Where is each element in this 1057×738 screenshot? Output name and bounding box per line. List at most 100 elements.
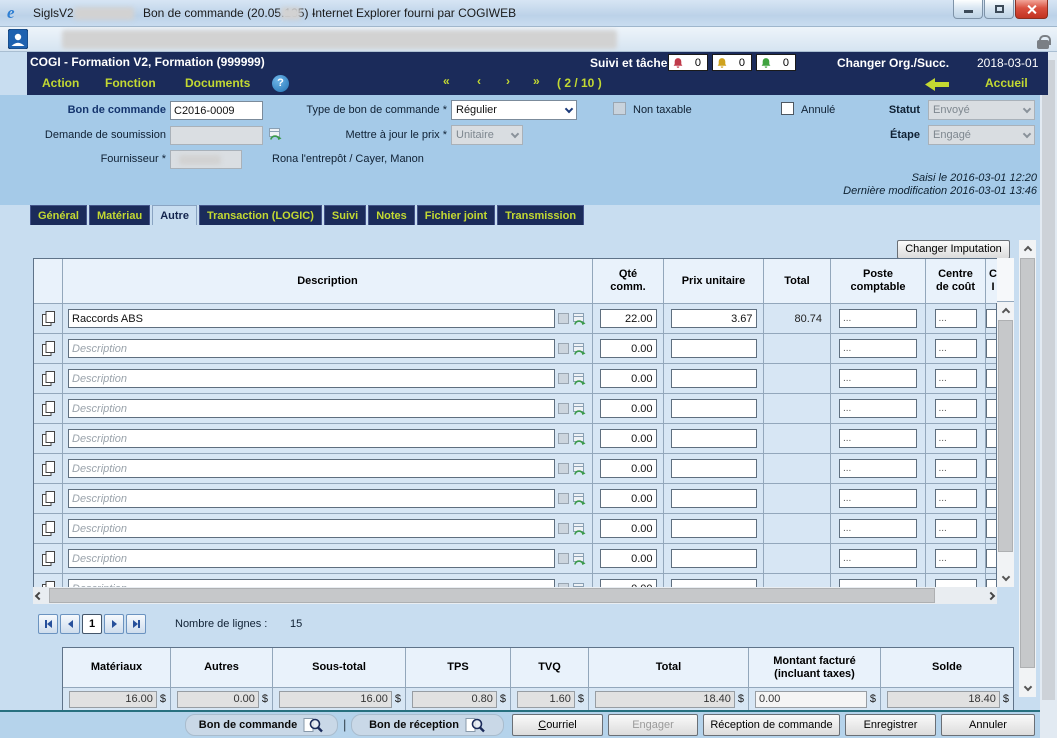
help-icon[interactable]: ? <box>272 75 289 92</box>
poste-comptable-lookup[interactable]: ... <box>839 369 917 388</box>
row-checkbox[interactable] <box>558 313 569 324</box>
centre-de-cout-lookup[interactable]: ... <box>935 489 977 508</box>
copy-icon[interactable] <box>42 431 55 446</box>
import-icon[interactable] <box>572 552 586 566</box>
scroll-up-button[interactable] <box>997 302 1014 319</box>
copy-icon[interactable] <box>42 551 55 566</box>
tab[interactable]: Général <box>30 205 87 225</box>
table-scrollbar-thumb[interactable] <box>998 320 1013 552</box>
quantity-input[interactable] <box>600 309 657 328</box>
row-checkbox[interactable] <box>558 493 569 504</box>
poste-comptable-lookup[interactable]: ... <box>839 489 917 508</box>
description-input[interactable] <box>68 309 555 328</box>
bon-de-reception-print-button[interactable]: Bon de réception <box>351 714 504 736</box>
import-icon[interactable] <box>572 522 586 536</box>
enregistrer-button[interactable]: Enregistrer <box>845 714 936 736</box>
description-input[interactable] <box>68 549 555 568</box>
horizontal-scrollbar-thumb[interactable] <box>49 588 935 603</box>
annule-checkbox[interactable] <box>781 102 794 115</box>
centre-de-cout-lookup[interactable]: ... <box>935 399 977 418</box>
type-bon-select[interactable]: Régulier <box>451 100 577 120</box>
centre-de-cout-lookup[interactable]: ... <box>935 429 977 448</box>
poste-comptable-lookup[interactable]: ... <box>839 429 917 448</box>
tab[interactable]: Autre <box>152 205 197 225</box>
changer-imputation-button[interactable]: Changer Imputation <box>897 240 1010 259</box>
tab[interactable]: Fichier joint <box>417 205 495 225</box>
alert-counter[interactable]: 0 <box>712 54 752 71</box>
quantity-input[interactable] <box>600 459 657 478</box>
row-checkbox[interactable] <box>558 343 569 354</box>
bon-de-commande-print-button[interactable]: Bon de commande <box>185 714 338 736</box>
copy-icon[interactable] <box>42 341 55 356</box>
nav-next-button[interactable]: › <box>506 74 510 88</box>
courriel-button[interactable]: Courriel <box>512 714 603 736</box>
centre-de-cout-lookup[interactable]: ... <box>935 549 977 568</box>
page-prev-button[interactable] <box>60 614 80 634</box>
scroll-down-button[interactable] <box>1019 680 1036 697</box>
description-input[interactable] <box>68 519 555 538</box>
tab[interactable]: Notes <box>368 205 415 225</box>
unit-price-input[interactable] <box>671 459 757 478</box>
copy-icon[interactable] <box>42 521 55 536</box>
row-checkbox[interactable] <box>558 523 569 534</box>
import-icon[interactable] <box>572 432 586 446</box>
row-checkbox[interactable] <box>558 463 569 474</box>
quantity-input[interactable] <box>600 369 657 388</box>
description-input[interactable] <box>68 339 555 358</box>
page-next-button[interactable] <box>104 614 124 634</box>
row-checkbox[interactable] <box>558 403 569 414</box>
unit-price-input[interactable] <box>671 519 757 538</box>
quantity-input[interactable] <box>600 429 657 448</box>
scroll-down-button[interactable] <box>997 570 1014 587</box>
poste-comptable-lookup[interactable]: ... <box>839 519 917 538</box>
poste-comptable-lookup[interactable]: ... <box>839 399 917 418</box>
tab[interactable]: Transmission <box>497 205 584 225</box>
annuler-button[interactable]: Annuler <box>941 714 1035 736</box>
page-current[interactable]: 1 <box>82 614 102 634</box>
copy-icon[interactable] <box>42 401 55 416</box>
page-last-button[interactable] <box>126 614 146 634</box>
unit-price-input[interactable] <box>671 549 757 568</box>
nav-last-button[interactable]: » <box>533 74 540 88</box>
quantity-input[interactable] <box>600 399 657 418</box>
maximize-button[interactable] <box>984 0 1014 19</box>
row-checkbox[interactable] <box>558 553 569 564</box>
poste-comptable-lookup[interactable]: ... <box>839 339 917 358</box>
bon-de-commande-input[interactable] <box>170 101 263 120</box>
alert-counter[interactable]: 0 <box>756 54 796 71</box>
description-input[interactable] <box>68 399 555 418</box>
nav-first-button[interactable]: « <box>443 74 450 88</box>
import-icon[interactable] <box>572 372 586 386</box>
tab[interactable]: Matériau <box>89 205 150 225</box>
nav-prev-button[interactable]: ‹ <box>477 74 481 88</box>
quantity-input[interactable] <box>600 519 657 538</box>
poste-comptable-lookup[interactable]: ... <box>839 309 917 328</box>
unit-price-input[interactable] <box>671 399 757 418</box>
outer-scrollbar-thumb[interactable] <box>1042 60 1055 700</box>
copy-icon[interactable] <box>42 311 55 326</box>
import-icon[interactable] <box>572 312 586 326</box>
import-icon[interactable] <box>572 462 586 476</box>
description-input[interactable] <box>68 429 555 448</box>
description-input[interactable] <box>68 459 555 478</box>
unit-price-input[interactable] <box>671 339 757 358</box>
copy-icon[interactable] <box>42 461 55 476</box>
menu-fonction[interactable]: Fonction <box>105 76 156 90</box>
unit-price-input[interactable] <box>671 369 757 388</box>
quantity-input[interactable] <box>600 489 657 508</box>
description-input[interactable] <box>68 369 555 388</box>
content-scrollbar-thumb[interactable] <box>1020 258 1035 668</box>
row-checkbox[interactable] <box>558 433 569 444</box>
changer-org-link[interactable]: Changer Org./Succ. <box>837 56 949 70</box>
centre-de-cout-lookup[interactable]: ... <box>935 459 977 478</box>
menu-action[interactable]: Action <box>42 76 79 90</box>
content-vertical-scrollbar[interactable] <box>1019 240 1036 697</box>
import-icon[interactable] <box>572 492 586 506</box>
engager-button[interactable]: Engager <box>608 714 698 736</box>
close-button[interactable] <box>1015 0 1048 19</box>
import-icon[interactable] <box>572 402 586 416</box>
table-vertical-scrollbar[interactable] <box>997 302 1014 587</box>
poste-comptable-lookup[interactable]: ... <box>839 459 917 478</box>
unit-price-input[interactable] <box>671 309 757 328</box>
copy-icon[interactable] <box>42 491 55 506</box>
